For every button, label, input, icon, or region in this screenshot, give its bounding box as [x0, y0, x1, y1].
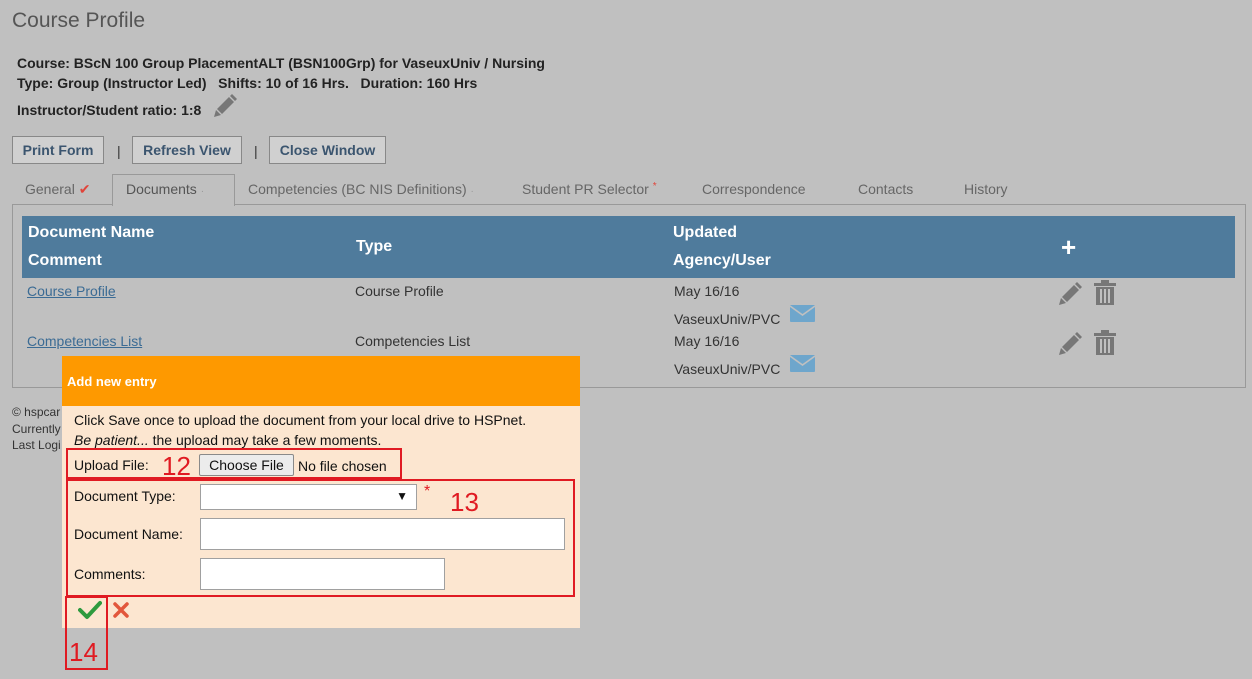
document-type: Competencies List [355, 333, 471, 349]
annotation-13: 13 [450, 487, 479, 517]
agency-user: VaseuxUniv/PVC [674, 311, 781, 327]
tab-correspondence[interactable]: Correspondence [702, 181, 806, 197]
agency-user: VaseuxUniv/PVC [674, 361, 781, 377]
col-agency-user: Agency/User [673, 252, 771, 269]
tab-contacts[interactable]: Contacts [858, 181, 913, 197]
check-icon: ✔ [78, 181, 91, 197]
tab-label: General [25, 181, 75, 197]
separator: | [117, 143, 121, 159]
edit-pencil-icon[interactable] [1059, 331, 1083, 355]
col-type: Type [356, 238, 393, 255]
document-type: Course Profile [355, 283, 444, 299]
updated-date: May 16/16 [674, 283, 740, 299]
tab-label: Student PR Selector [522, 181, 649, 197]
upload-note: the upload may take a few moments. [148, 432, 382, 448]
add-document-button[interactable]: + [1061, 234, 1076, 260]
annotation-box-12 [66, 448, 402, 479]
tab-competencies[interactable]: Competencies (BC NIS Definitions) · [248, 181, 474, 197]
trash-icon[interactable] [1094, 330, 1116, 355]
cancel-x-icon[interactable] [112, 601, 130, 619]
ratio-line: Instructor/Student ratio: 1:8 [17, 102, 202, 118]
mail-icon[interactable] [790, 305, 815, 322]
tab-label: Competencies (BC NIS Definitions) [248, 181, 467, 197]
annotation-12: 12 [162, 451, 191, 481]
updated-date: May 16/16 [674, 333, 740, 349]
edit-pencil-icon[interactable] [1059, 281, 1083, 305]
document-link-course-profile[interactable]: Course Profile [27, 283, 116, 299]
dialog-instructions-2: Be patient... the upload may take a few … [74, 432, 381, 448]
course-line: Course: BScN 100 Group PlacementALT (BSN… [17, 55, 545, 71]
trash-icon[interactable] [1094, 280, 1116, 305]
footer-last-login: Last Logi [12, 438, 61, 452]
course-type-line: Type: Group (Instructor Led) Shifts: 10 … [17, 75, 478, 91]
footer-copyright: © hspcar [12, 405, 61, 419]
tab-marker: · [200, 186, 205, 197]
be-patient-text: Be patient... [74, 432, 149, 448]
separator: | [254, 143, 258, 159]
mail-icon[interactable] [790, 355, 815, 372]
table-header: Document Name Comment Type Updated Agenc… [22, 216, 1235, 278]
col-document-name: Document Name [28, 224, 155, 241]
document-link-competencies-list[interactable]: Competencies List [27, 333, 142, 349]
dialog-instructions: Click Save once to upload the document f… [74, 412, 527, 428]
close-window-button[interactable]: Close Window [269, 136, 386, 164]
refresh-view-button[interactable]: Refresh View [132, 136, 242, 164]
dialog-title: Add new entry [67, 374, 157, 389]
print-form-button[interactable]: Print Form [12, 136, 104, 164]
col-updated: Updated [673, 224, 737, 241]
dialog-header: Add new entry [62, 356, 580, 406]
tab-label: Documents [126, 181, 197, 197]
tab-general[interactable]: General ✔ [25, 181, 90, 198]
annotation-box-13 [66, 479, 575, 597]
edit-ratio-pencil-icon[interactable] [213, 93, 239, 117]
annotation-14: 14 [69, 637, 98, 667]
col-comment: Comment [28, 252, 102, 269]
tab-student-pr-selector[interactable]: Student PR Selector * [522, 181, 657, 197]
tab-history[interactable]: History [964, 181, 1008, 197]
page-title: Course Profile [12, 9, 146, 32]
required-marker: * [652, 181, 657, 192]
footer-currently: Currently [12, 422, 61, 436]
tab-marker: · [470, 186, 474, 197]
tab-documents[interactable]: Documents · [126, 181, 204, 197]
